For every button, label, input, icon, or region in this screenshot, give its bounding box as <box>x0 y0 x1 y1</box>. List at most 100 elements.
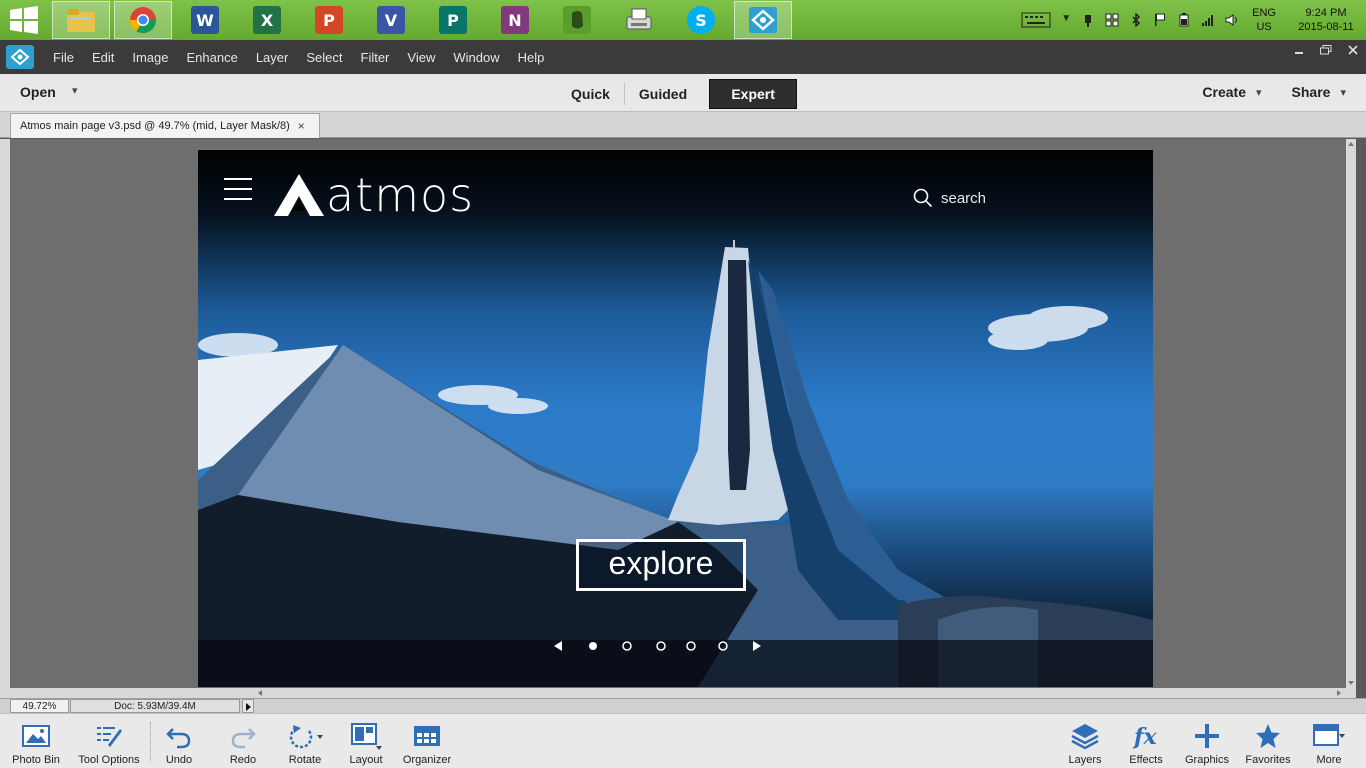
taskbar-fax[interactable] <box>610 1 668 39</box>
explore-button[interactable]: explore <box>576 539 746 591</box>
menu-help[interactable]: Help <box>509 50 554 65</box>
create-button[interactable]: Create ▾ <box>1202 84 1261 100</box>
photo-bin-button[interactable]: Photo Bin <box>6 714 66 768</box>
document-tab-title: Atmos main page v3.psd @ 49.7% (mid, Lay… <box>20 120 290 132</box>
plus-icon <box>1195 724 1219 748</box>
menu-image[interactable]: Image <box>123 50 177 65</box>
taskbar-file-explorer[interactable] <box>52 1 110 39</box>
carousel-pagination[interactable] <box>553 638 763 654</box>
publisher-icon: P <box>439 6 467 34</box>
menu-window[interactable]: Window <box>444 50 508 65</box>
carousel-prev-icon <box>554 641 562 651</box>
close-tab-icon[interactable]: × <box>298 119 305 133</box>
windows-taskbar: W X P V P N S ▼ ENG US 9:24 PM 2015-08-1… <box>0 0 1366 40</box>
hamburger-menu-icon[interactable] <box>224 178 252 200</box>
atmos-logo-icon <box>274 174 324 216</box>
rotate-button[interactable]: Rotate <box>280 714 330 768</box>
carousel-dot-active <box>589 642 597 650</box>
battery-icon[interactable] <box>1177 13 1191 27</box>
layout-label: Layout <box>349 754 383 766</box>
action-center-flag-icon[interactable] <box>1153 13 1167 27</box>
horizontal-scrollbar[interactable] <box>10 688 1356 698</box>
usb-icon[interactable] <box>1081 13 1095 27</box>
close-icon <box>1347 45 1358 55</box>
open-dropdown-icon[interactable]: ▾ <box>72 84 78 97</box>
photo-bin-label: Photo Bin <box>12 754 60 766</box>
taskbar-visio[interactable]: V <box>362 1 420 39</box>
effects-label: Effects <box>1129 754 1163 766</box>
more-button[interactable]: More <box>1306 714 1352 768</box>
taskbar-publisher[interactable]: P <box>424 1 482 39</box>
word-icon: W <box>191 6 219 34</box>
menu-enhance[interactable]: Enhance <box>178 50 247 65</box>
chrome-icon <box>129 7 157 34</box>
carousel-dot <box>656 641 666 651</box>
carousel-dot <box>622 641 632 651</box>
tray-expand-icon[interactable]: ▼ <box>1061 13 1071 27</box>
language-indicator[interactable]: ENG US <box>1252 6 1276 34</box>
scroll-right-icon[interactable] <box>1334 688 1344 698</box>
document-canvas[interactable]: atmos search explore <box>198 150 1153 687</box>
status-menu-button[interactable] <box>242 699 254 713</box>
share-button[interactable]: Share ▾ <box>1292 84 1346 100</box>
taskbar-powerpoint[interactable]: P <box>300 1 358 39</box>
mode-expert[interactable]: Expert <box>709 79 798 109</box>
tool-options-button[interactable]: Tool Options <box>72 714 146 768</box>
tool-options-icon <box>97 727 122 747</box>
redo-icon <box>231 728 256 749</box>
carousel-dot <box>718 641 728 651</box>
volume-icon[interactable] <box>1225 13 1239 27</box>
graphics-button[interactable]: Graphics <box>1180 714 1234 768</box>
star-icon <box>1256 724 1280 748</box>
document-tab[interactable]: Atmos main page v3.psd @ 49.7% (mid, Lay… <box>10 113 320 138</box>
close-window-button[interactable] <box>1339 40 1366 60</box>
taskbar-word[interactable]: W <box>176 1 234 39</box>
taskbar-chrome[interactable] <box>114 1 172 39</box>
taskbar-onenote[interactable]: N <box>486 1 544 39</box>
effects-button[interactable]: fx Effects <box>1123 714 1169 768</box>
mode-quick[interactable]: Quick <box>557 79 624 109</box>
bluetooth-icon[interactable] <box>1129 13 1143 27</box>
app-logo <box>6 45 34 69</box>
windows-start-icon[interactable] <box>8 6 40 34</box>
undo-button[interactable]: Undo <box>156 714 202 768</box>
restore-button[interactable] <box>1312 40 1339 60</box>
carousel-next-icon <box>753 641 761 651</box>
menu-file[interactable]: File <box>44 50 83 65</box>
signal-icon[interactable] <box>1201 13 1215 27</box>
scroll-down-icon[interactable] <box>1346 678 1356 688</box>
menu-edit[interactable]: Edit <box>83 50 123 65</box>
doc-size: Doc: 5.93M/39.4M <box>70 699 240 713</box>
menu-select[interactable]: Select <box>297 50 351 65</box>
scroll-up-icon[interactable] <box>1346 139 1356 149</box>
menu-view[interactable]: View <box>398 50 444 65</box>
zoom-level[interactable]: 49.72% <box>10 699 69 713</box>
taskbar-photoshop-elements[interactable] <box>734 1 792 39</box>
vertical-scrollbar[interactable] <box>1346 139 1356 698</box>
clock[interactable]: 9:24 PM 2015-08-11 <box>1286 6 1366 34</box>
brand-logo[interactable]: atmos <box>274 172 474 218</box>
rotate-icon <box>289 725 323 749</box>
keyboard-icon[interactable] <box>1021 12 1051 28</box>
status-bar: 49.72% Doc: 5.93M/39.4M <box>0 698 1366 713</box>
printer-icon <box>626 8 652 30</box>
taskbar-excel[interactable]: X <box>238 1 296 39</box>
search-placeholder: search <box>941 189 987 207</box>
organizer-button[interactable]: Organizer <box>398 714 456 768</box>
scroll-left-icon[interactable] <box>255 688 265 698</box>
windows-flag-icon[interactable] <box>1105 13 1119 27</box>
layout-button[interactable]: Layout <box>341 714 391 768</box>
site-search[interactable]: search <box>913 188 986 208</box>
left-panel-edge <box>0 139 10 698</box>
mode-guided[interactable]: Guided <box>625 79 701 109</box>
layers-button[interactable]: Layers <box>1062 714 1108 768</box>
minimize-button[interactable] <box>1285 40 1312 60</box>
favorites-button[interactable]: Favorites <box>1240 714 1296 768</box>
menu-filter[interactable]: Filter <box>352 50 399 65</box>
taskbar-evernote[interactable] <box>548 1 606 39</box>
restore-icon <box>1319 45 1331 55</box>
taskbar-skype[interactable]: S <box>672 1 730 39</box>
open-button[interactable]: Open <box>20 84 56 100</box>
redo-button[interactable]: Redo <box>220 714 266 768</box>
menu-layer[interactable]: Layer <box>247 50 298 65</box>
